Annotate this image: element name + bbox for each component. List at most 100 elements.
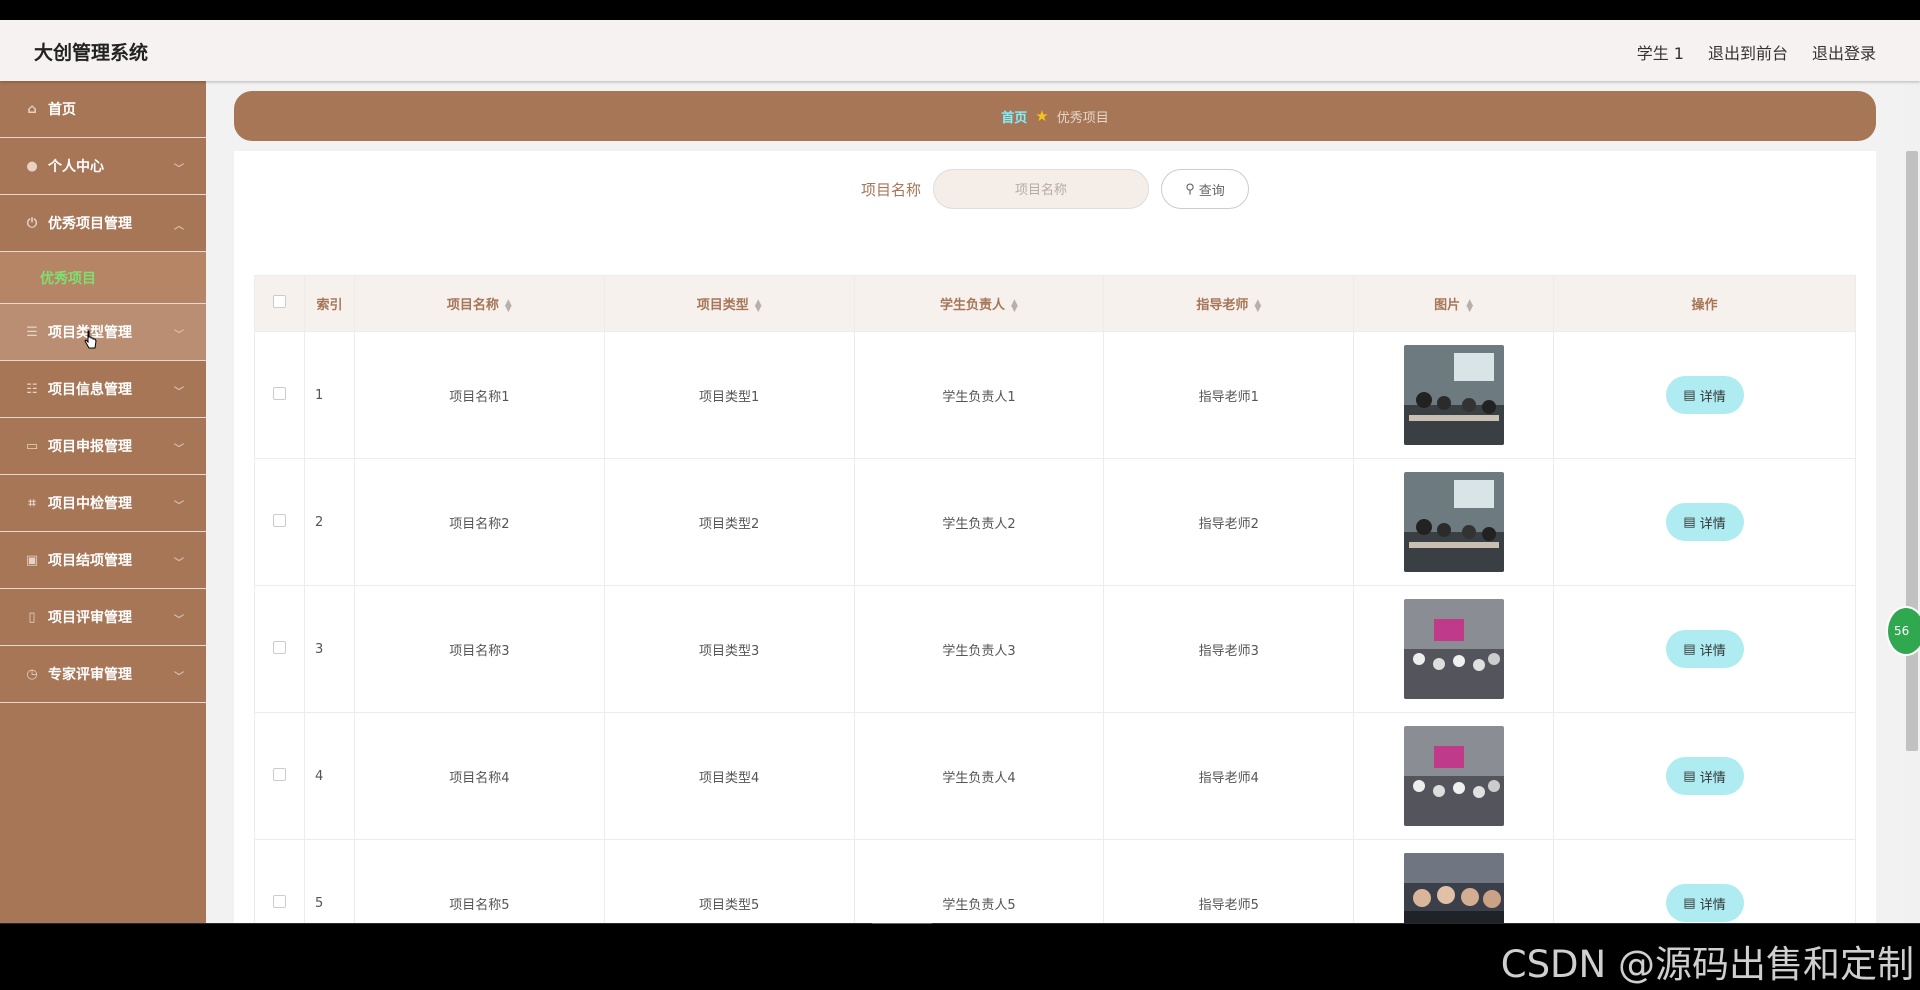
detail-button-label: 详情: [1699, 642, 1726, 658]
project-photo[interactable]: [1403, 599, 1504, 699]
sort-icon[interactable]: ▲ ▼: [1254, 298, 1261, 313]
sidebar-item-personal-center[interactable]: ● 个人中心 ﹀: [0, 138, 206, 195]
list-icon: ☰: [26, 324, 38, 340]
column-header-image[interactable]: 图片 ▲ ▼: [1353, 275, 1555, 332]
action-cell: ▤ 详情: [1553, 712, 1856, 840]
sidebar-item-home[interactable]: ⌂ 首页: [0, 81, 206, 138]
vertical-scrollbar[interactable]: [1904, 81, 1920, 924]
teacher-cell: 指导老师2: [1103, 458, 1355, 586]
table-header-row: 索引 项目名称 ▲ ▼ 项目类型 ▲ ▼ 学生负责人 ▲ ▼ 指导老师 ▲ ▼ 图片 ▲ ▼ 操作: [254, 275, 1856, 332]
project-photo[interactable]: [1403, 726, 1504, 826]
content-panel: 项目名称 ⚲ 查询 索引 项目名称 ▲▼ 项目类型 ▲▼: [234, 151, 1876, 924]
type-cell: 项目类型5: [603, 839, 855, 924]
sidebar-item-label: 项目中检管理: [48, 496, 132, 512]
horizontal-scrollbar-thumb[interactable]: [872, 923, 932, 924]
screen-top-bar: [0, 0, 1920, 20]
sidebar-item-excellent-projects[interactable]: ⏻ 优秀项目管理 ︿: [0, 195, 206, 252]
header-links: 学生 1 退出到前台 退出登录: [1637, 40, 1876, 64]
sidebar-item-project-application[interactable]: ▭ 项目申报管理 ﹀: [0, 418, 206, 475]
chevron-down-icon: ﹀: [174, 672, 184, 683]
detail-button[interactable]: ▤ 详情: [1665, 503, 1744, 541]
exit-to-frontend-link[interactable]: 退出到前台: [1708, 40, 1788, 64]
sidebar-item-label: 个人中心: [48, 159, 104, 175]
search-input[interactable]: [933, 169, 1149, 209]
document-icon: ▤: [1683, 514, 1696, 529]
search-button[interactable]: ⚲ 查询: [1161, 169, 1249, 209]
name-cell: 项目名称4: [353, 712, 605, 840]
project-photo[interactable]: [1403, 345, 1504, 445]
chevron-down-icon: ﹀: [174, 164, 184, 175]
chevron-down-icon: ﹀: [174, 501, 184, 512]
column-header-name[interactable]: 项目名称 ▲ ▼: [353, 275, 605, 332]
clipboard-icon: ▣: [25, 552, 39, 568]
name-cell: 项目名称1: [353, 331, 605, 459]
index-cell: 4: [303, 712, 355, 840]
type-cell: 项目类型4: [603, 712, 855, 840]
user-icon: ●: [26, 158, 38, 174]
header-label: 图片: [1434, 298, 1461, 313]
sort-icon[interactable]: ▲ ▼: [1466, 298, 1473, 313]
column-header-teacher[interactable]: 指导老师 ▲ ▼: [1103, 275, 1355, 332]
table-row: 2 项目名称2 项目类型2 学生负责人2 指导老师2 ▤ 详情: [254, 458, 1856, 586]
row-checkbox[interactable]: [272, 513, 286, 527]
row-checkbox[interactable]: [272, 640, 286, 654]
sort-icon[interactable]: ▲ ▼: [505, 298, 512, 313]
sidebar-item-project-midterm[interactable]: ⌗ 项目中检管理 ﹀: [0, 475, 206, 532]
image-cell: [1353, 458, 1555, 586]
action-cell: ▤ 详情: [1553, 585, 1856, 713]
chevron-down-icon: ﹀: [174, 615, 184, 626]
leader-cell: 学生负责人3: [853, 585, 1105, 713]
detail-button[interactable]: ▤ 详情: [1665, 757, 1744, 795]
row-checkbox[interactable]: [272, 894, 286, 908]
sidebar-item-project-types[interactable]: ☰ 项目类型管理 ﹀: [0, 304, 206, 361]
sidebar-item-expert-review[interactable]: ◷ 专家评审管理 ﹀: [0, 646, 206, 703]
table-row: 4 项目名称4 项目类型4 学生负责人4 指导老师4 ▤ 详情: [254, 712, 1856, 840]
sidebar-item-project-completion[interactable]: ▣ 项目结项管理 ﹀: [0, 532, 206, 589]
horizontal-scrollbar[interactable]: [0, 923, 1920, 924]
detail-button[interactable]: ▤ 详情: [1665, 884, 1744, 922]
action-cell: ▤ 详情: [1553, 458, 1856, 586]
submenu-item-excellent-project[interactable]: 优秀项目: [0, 252, 206, 304]
teacher-cell: 指导老师5: [1103, 839, 1355, 924]
project-photo[interactable]: [1403, 853, 1504, 924]
search-label: 项目名称: [860, 180, 921, 199]
breadcrumb-home[interactable]: 首页: [1001, 107, 1027, 126]
sort-icon[interactable]: ▲ ▼: [1011, 298, 1018, 313]
breadcrumb: 首页 ★ 优秀项目: [234, 91, 1876, 141]
sidebar-item-project-review[interactable]: ▯ 项目评审管理 ﹀: [0, 589, 206, 646]
sidebar-item-label: 项目申报管理: [48, 439, 132, 455]
crop-icon: ⌗: [28, 495, 36, 511]
detail-button[interactable]: ▤ 详情: [1665, 376, 1744, 414]
column-header-action: 操作: [1553, 275, 1856, 332]
current-user-link[interactable]: 学生 1: [1637, 40, 1684, 64]
filter-icon: ☷: [26, 381, 38, 397]
column-header-leader[interactable]: 学生负责人 ▲ ▼: [853, 275, 1105, 332]
sidebar: ⌂ 首页 ● 个人中心 ﹀ ⏻ 优秀项目管理 ︿ 优秀项目 ☰ 项目类型管理 ﹀…: [0, 81, 206, 924]
detail-button-label: 详情: [1699, 896, 1726, 912]
select-all-checkbox[interactable]: [272, 295, 286, 308]
star-icon: ★: [1035, 107, 1049, 125]
select-all-cell: [254, 275, 305, 332]
chevron-up-icon: ︿: [174, 221, 184, 232]
sidebar-item-label: 项目信息管理: [48, 382, 132, 398]
header-label: 指导老师: [1196, 298, 1249, 313]
column-header-type[interactable]: 项目类型 ▲ ▼: [603, 275, 855, 332]
teacher-cell: 指导老师1: [1103, 331, 1355, 459]
sort-icon[interactable]: ▲ ▼: [755, 298, 762, 313]
logout-link[interactable]: 退出登录: [1812, 40, 1876, 64]
sidebar-item-label: 专家评审管理: [48, 667, 132, 683]
project-photo[interactable]: [1403, 472, 1504, 572]
chevron-down-icon: ﹀: [174, 387, 184, 398]
row-checkbox[interactable]: [272, 767, 286, 781]
row-checkbox[interactable]: [272, 386, 286, 400]
detail-button[interactable]: ▤ 详情: [1665, 630, 1744, 668]
sidebar-item-label: 项目结项管理: [48, 553, 132, 569]
submenu-item-label: 优秀项目: [40, 270, 96, 287]
image-cell: [1353, 839, 1555, 924]
floating-badge[interactable]: 56: [1886, 606, 1920, 656]
sidebar-item-label: 优秀项目管理: [48, 216, 132, 232]
image-cell: [1353, 585, 1555, 713]
sidebar-item-project-info[interactable]: ☷ 项目信息管理 ﹀: [0, 361, 206, 418]
scrollbar-thumb[interactable]: [1906, 151, 1918, 751]
document-icon: ▤: [1683, 768, 1696, 783]
